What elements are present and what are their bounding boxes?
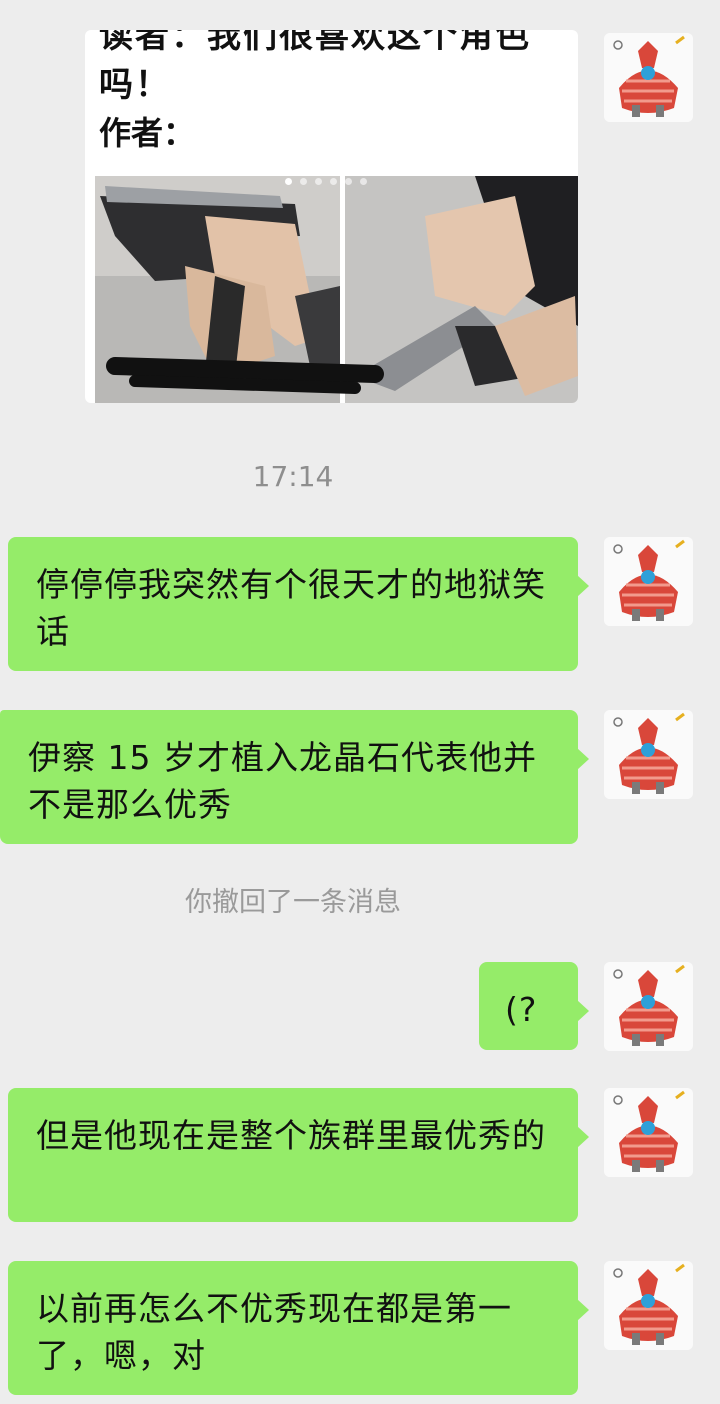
message-bubble[interactable]: 但是他现在是整个族群里最优秀的 xyxy=(8,1088,589,1222)
message-bubble[interactable]: (? xyxy=(479,962,589,1050)
recall-notice: 你撤回了一条消息 xyxy=(185,887,401,918)
timestamp: 17:14 xyxy=(252,460,334,493)
user-avatar[interactable] xyxy=(604,710,693,799)
message-text: 以前再怎么不优秀现在都是第一了，嗯，对 xyxy=(36,1289,512,1375)
card-author-label: 作者： xyxy=(99,114,196,152)
avatar-icon xyxy=(604,962,693,1051)
message-bubble[interactable]: 伊察 15 岁才植入龙晶石代表他并不是那么优秀 xyxy=(0,710,589,844)
user-avatar[interactable] xyxy=(604,33,693,122)
message-text: 但是他现在是整个族群里最优秀的 xyxy=(36,1116,546,1155)
page-dot-6 xyxy=(360,178,367,185)
user-avatar[interactable] xyxy=(604,1088,693,1177)
message-text: (? xyxy=(505,990,538,1029)
avatar-icon xyxy=(604,1088,693,1177)
carousel-page-indicator[interactable] xyxy=(285,178,367,185)
page-dot-4 xyxy=(330,178,337,185)
card-cut-text: 读者：我们很喜欢这个角色吗！ xyxy=(99,30,531,105)
page-dot-3 xyxy=(315,178,322,185)
bubble-tail xyxy=(577,1000,589,1022)
message-text: 停停停我突然有个很天才的地狱笑话 xyxy=(36,565,546,651)
user-avatar[interactable] xyxy=(604,1261,693,1350)
message-text: 伊察 15 岁才植入龙晶石代表他并不是那么优秀 xyxy=(28,738,537,824)
avatar-icon xyxy=(604,537,693,626)
bubble-tail xyxy=(577,748,589,770)
page-dot-2 xyxy=(300,178,307,185)
bubble-tail xyxy=(577,575,589,597)
gun-photos-image xyxy=(95,176,578,403)
avatar-icon xyxy=(604,1261,693,1350)
page-dot-1 xyxy=(285,178,292,185)
bubble-tail xyxy=(577,1126,589,1148)
message-bubble[interactable]: 以前再怎么不优秀现在都是第一了，嗯，对 xyxy=(8,1261,589,1395)
user-avatar[interactable] xyxy=(604,962,693,1051)
avatar-icon xyxy=(604,710,693,799)
page-dot-5 xyxy=(345,178,352,185)
shared-image-message[interactable]: 读者：我们很喜欢这个角色吗！ 作者： xyxy=(85,30,578,403)
bubble-tail xyxy=(577,1299,589,1321)
user-avatar[interactable] xyxy=(604,537,693,626)
message-bubble[interactable]: 停停停我突然有个很天才的地狱笑话 xyxy=(8,537,589,671)
avatar-icon xyxy=(604,33,693,122)
